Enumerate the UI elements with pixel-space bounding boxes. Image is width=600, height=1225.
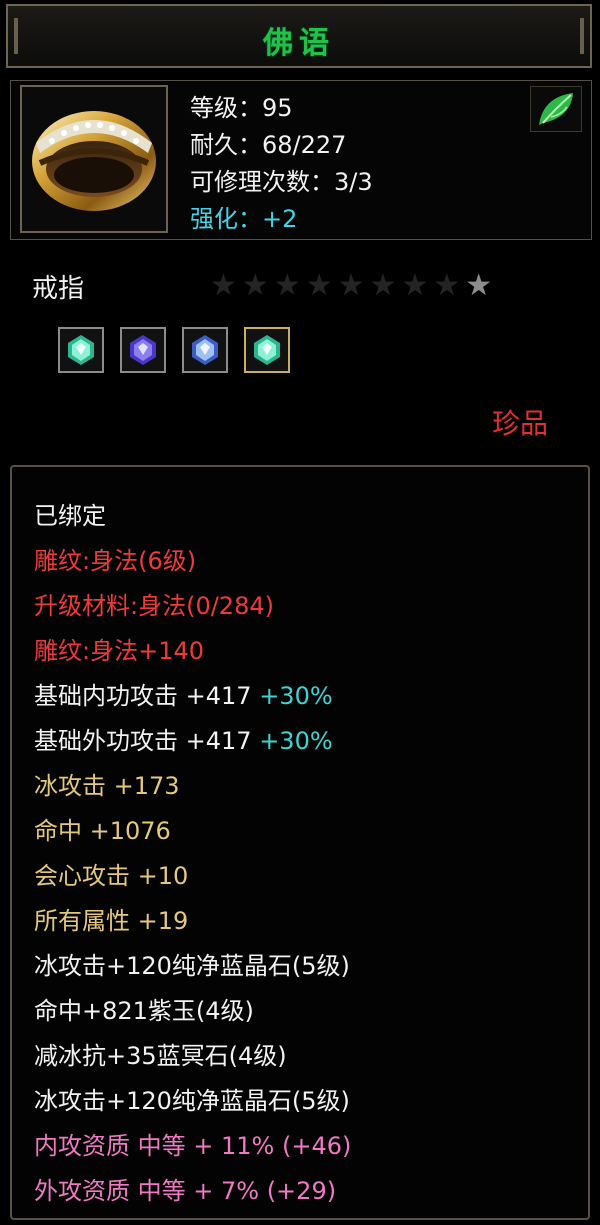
enhance-stat: 强化：+2 xyxy=(190,205,298,233)
item-type: 戒指 xyxy=(32,274,85,304)
star-icon: ★ xyxy=(337,268,370,303)
green-gem-icon[interactable] xyxy=(58,327,104,373)
durability-stat: 耐久：68/227 xyxy=(190,131,347,159)
outer-attack-value: 基础外功攻击 +417 xyxy=(34,727,252,755)
all-attr-line: 所有属性 +19 xyxy=(34,907,189,935)
star-icon: ★ xyxy=(433,268,466,303)
upgrade-material-line: 升级材料:身法(0/284) xyxy=(34,592,274,620)
inner-quality-line: 内攻资质 中等 + 11% (+46) xyxy=(34,1132,352,1160)
title-bar: 佛语 xyxy=(6,4,592,68)
star-rating: ★★★★★★★★★ xyxy=(210,268,497,303)
socket-line-4: 冰攻击+120纯净蓝晶石(5级) xyxy=(34,1087,350,1115)
inner-attack-line: 基础内功攻击 +417 +30% xyxy=(34,676,333,711)
crit-line: 会心攻击 +10 xyxy=(34,862,189,890)
socket-line-1: 冰攻击+120纯净蓝晶石(5级) xyxy=(34,952,350,980)
level-stat: 等级：95 xyxy=(190,94,293,122)
star-icon: ★ xyxy=(401,268,434,303)
blue-gem-icon[interactable] xyxy=(182,327,228,373)
star-icon: ★ xyxy=(465,268,498,303)
outer-attack-line: 基础外功攻击 +417 +30% xyxy=(34,721,333,756)
item-name: 佛语 xyxy=(263,26,335,61)
socket-line-3: 减冰抗+35蓝冥石(4级) xyxy=(34,1042,287,1070)
repair-count-stat: 可修理次数：3/3 xyxy=(190,168,373,196)
engrave-bonus-line: 雕纹:身法+140 xyxy=(34,637,205,665)
hit-line: 命中 +1076 xyxy=(34,817,171,845)
green-leaf-icon xyxy=(530,86,582,132)
purple-gem-icon[interactable] xyxy=(120,327,166,373)
inner-attack-value: 基础内功攻击 +417 xyxy=(34,682,252,710)
star-icon: ★ xyxy=(369,268,402,303)
ice-attack-line: 冰攻击 +173 xyxy=(34,772,180,800)
outer-quality-line: 外攻资质 中等 + 7% (+29) xyxy=(34,1177,337,1205)
bound-status: 已绑定 xyxy=(34,502,106,530)
outer-attack-bonus: +30% xyxy=(259,727,333,755)
star-icon: ★ xyxy=(241,268,274,303)
socket-line-2: 命中+821紫玉(4级) xyxy=(34,997,254,1025)
gold-ring-icon xyxy=(20,85,168,233)
rarity-label: 珍品 xyxy=(492,407,549,440)
engrave-line: 雕纹:身法(6级) xyxy=(34,547,197,575)
green-gem-icon[interactable] xyxy=(244,327,290,373)
inner-attack-bonus: +30% xyxy=(259,682,333,710)
star-icon: ★ xyxy=(210,268,242,303)
star-icon: ★ xyxy=(273,268,306,303)
item-tooltip: 佛语 等级：95 耐久：68/227 可修理次数：3/3 强化：+2 戒指 ★★… xyxy=(0,0,600,1225)
star-icon: ★ xyxy=(305,268,338,303)
